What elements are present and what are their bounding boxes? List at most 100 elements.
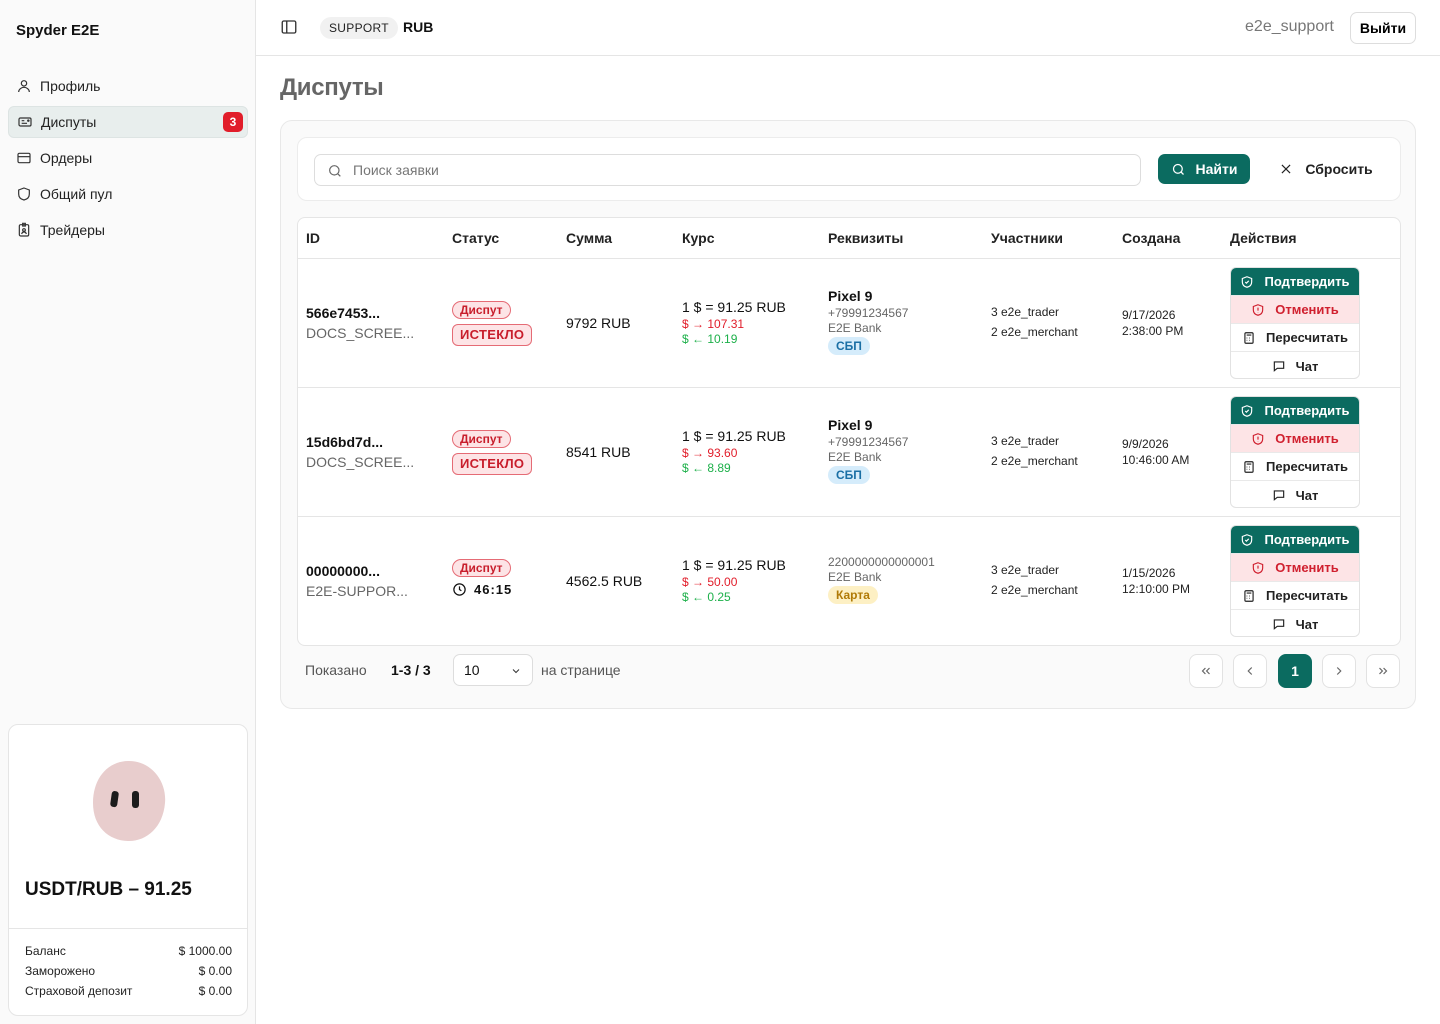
dispute-id[interactable]: 00000000...: [306, 563, 408, 579]
dispute-id-cell: 15d6bd7d... DOCS_SCREE...: [306, 434, 414, 470]
dispute-id[interactable]: 566e7453...: [306, 305, 414, 321]
username: e2e_support: [1245, 18, 1334, 35]
recalculate-button[interactable]: Пересчитать: [1231, 324, 1359, 352]
device-name: Pixel 9: [828, 417, 873, 433]
reset-button[interactable]: Сбросить: [1270, 154, 1382, 184]
calculator-icon: [1244, 331, 1254, 344]
chevrons-right-icon: [1379, 667, 1388, 675]
balance-value: $ 1000.00: [178, 944, 232, 958]
per-page-label: на странице: [541, 662, 621, 678]
column-header-id[interactable]: ID: [306, 230, 320, 246]
rate-value: 1 $ = 91.25 RUB: [682, 299, 786, 315]
rate-in: $ ← 8.89: [682, 461, 731, 475]
shield-alert-icon: [1252, 432, 1264, 445]
find-button[interactable]: Найти: [1158, 154, 1250, 184]
table-row: 566e7453... DOCS_SCREE... Диспут ИСТЕКЛО…: [298, 259, 1400, 388]
first-page-button[interactable]: [1189, 654, 1223, 688]
search-field[interactable]: [314, 154, 1141, 186]
sidebar-item-disputes[interactable]: Диспуты 3: [8, 106, 248, 138]
participants-cell: 3 e2e_trader 2 e2e_merchant: [991, 431, 1078, 471]
shown-label: Показано: [305, 662, 367, 678]
confirm-button[interactable]: Подтвердить: [1231, 526, 1359, 554]
status-cell: Диспут 46:15: [452, 559, 512, 597]
card-number: 2200000000000001: [828, 555, 935, 569]
calculator-icon: [1244, 589, 1254, 602]
cancel-button[interactable]: Отменить: [1231, 296, 1359, 324]
column-header-rate[interactable]: Курс: [682, 230, 714, 246]
sidebar-item-common-pool[interactable]: Общий пул: [8, 178, 248, 210]
shield-check-icon: [1242, 533, 1253, 546]
column-header-participants[interactable]: Участники: [991, 230, 1063, 246]
dispute-id[interactable]: 15d6bd7d...: [306, 434, 414, 450]
created-date: 9/9/2026: [1122, 437, 1169, 451]
phone-number: +79991234567: [828, 435, 909, 449]
sidebar-item-label: Профиль: [40, 78, 101, 94]
table-row: 15d6bd7d... DOCS_SCREE... Диспут ИСТЕКЛО…: [298, 388, 1400, 517]
sidebar-item-orders[interactable]: Ордеры: [8, 142, 248, 174]
chat-icon: [1273, 361, 1284, 372]
deposit-row: Страховой депозит $ 0.00: [25, 981, 232, 1001]
column-header-amount[interactable]: Сумма: [566, 230, 612, 246]
chat-icon: [1273, 619, 1284, 630]
top-header: SUPPORT RUB e2e_support Выйти: [256, 0, 1440, 56]
per-page-select[interactable]: 10: [453, 654, 533, 686]
shield-icon: [18, 187, 30, 201]
sidebar-item-traders[interactable]: Трейдеры: [8, 214, 248, 246]
last-page-button[interactable]: [1366, 654, 1400, 688]
column-header-requisites[interactable]: Реквизиты: [828, 230, 903, 246]
disputes-panel: Найти Сбросить ID Статус Сумма Курс Рекв…: [280, 120, 1416, 709]
sidebar-toggle-button[interactable]: [280, 18, 300, 38]
rate-card: USDT/RUB – 91.25 Баланс $ 1000.00 Заморо…: [8, 724, 248, 1016]
rate-cell: 1 $ = 91.25 RUB $ → 93.60 $ ← 8.89: [682, 428, 786, 475]
reset-button-label: Сбросить: [1305, 161, 1373, 177]
confirm-label: Подтвердить: [1264, 274, 1350, 289]
chat-button[interactable]: Чат: [1231, 481, 1359, 507]
chat-label: Чат: [1295, 487, 1319, 503]
user-icon: [18, 80, 30, 93]
sidebar-item-profile[interactable]: Профиль: [8, 70, 248, 102]
cancel-label: Отменить: [1275, 302, 1339, 317]
chevron-left-icon: [1247, 667, 1253, 675]
payment-method-badge: Карта: [828, 586, 878, 604]
cancel-button[interactable]: Отменить: [1231, 554, 1359, 582]
column-header-status[interactable]: Статус: [452, 230, 499, 246]
sidebar: Spyder E2E Профиль Диспуты 3 Ордеры Общи…: [0, 0, 256, 1024]
sidebar-item-label: Ордеры: [40, 150, 93, 166]
chat-button[interactable]: Чат: [1231, 610, 1359, 636]
dispute-external-id: E2E-SUPPOR...: [306, 583, 408, 599]
search-icon: [329, 165, 341, 177]
per-page-value: 10: [464, 662, 480, 678]
cancel-button[interactable]: Отменить: [1231, 425, 1359, 453]
status-badge-dispute: Диспут: [452, 301, 511, 319]
page-button-current[interactable]: 1: [1278, 654, 1312, 688]
rate-in: $ ← 0.25: [682, 590, 731, 604]
wallet-icon: [17, 152, 31, 164]
created-time: 12:10:00 PM: [1122, 582, 1191, 596]
deposit-label: Страховой депозит: [25, 984, 133, 998]
next-page-button[interactable]: [1322, 654, 1356, 688]
table-header: ID Статус Сумма Курс Реквизиты Участники…: [298, 218, 1400, 259]
confirm-button[interactable]: Подтвердить: [1231, 268, 1359, 296]
search-input[interactable]: [353, 155, 1133, 185]
find-button-label: Найти: [1195, 161, 1238, 177]
logout-button[interactable]: Выйти: [1350, 12, 1416, 44]
prev-page-button[interactable]: [1233, 654, 1267, 688]
recalculate-button[interactable]: Пересчитать: [1231, 582, 1359, 610]
participants-cell: 3 e2e_trader 2 e2e_merchant: [991, 560, 1078, 600]
bank-name: E2E Bank: [828, 570, 882, 584]
rate-out: $ → 50.00: [682, 575, 738, 589]
amount: 8541 RUB: [566, 444, 631, 460]
rate-out: $ → 107.31: [682, 317, 745, 331]
column-header-created[interactable]: Создана: [1122, 230, 1180, 246]
confirm-button[interactable]: Подтвердить: [1231, 397, 1359, 425]
created-time: 2:38:00 PM: [1122, 324, 1184, 338]
bank-name: E2E Bank: [828, 450, 882, 464]
disputes-count-badge: 3: [223, 112, 243, 132]
merchant: 2 e2e_merchant: [991, 454, 1078, 468]
recalculate-button[interactable]: Пересчитать: [1231, 453, 1359, 481]
disputes-table: ID Статус Сумма Курс Реквизиты Участники…: [297, 217, 1401, 646]
trader: 3 e2e_trader: [991, 305, 1060, 319]
shown-count: 1-3 / 3: [391, 662, 431, 678]
chat-button[interactable]: Чат: [1231, 352, 1359, 378]
rate-out: $ → 93.60: [682, 446, 738, 460]
